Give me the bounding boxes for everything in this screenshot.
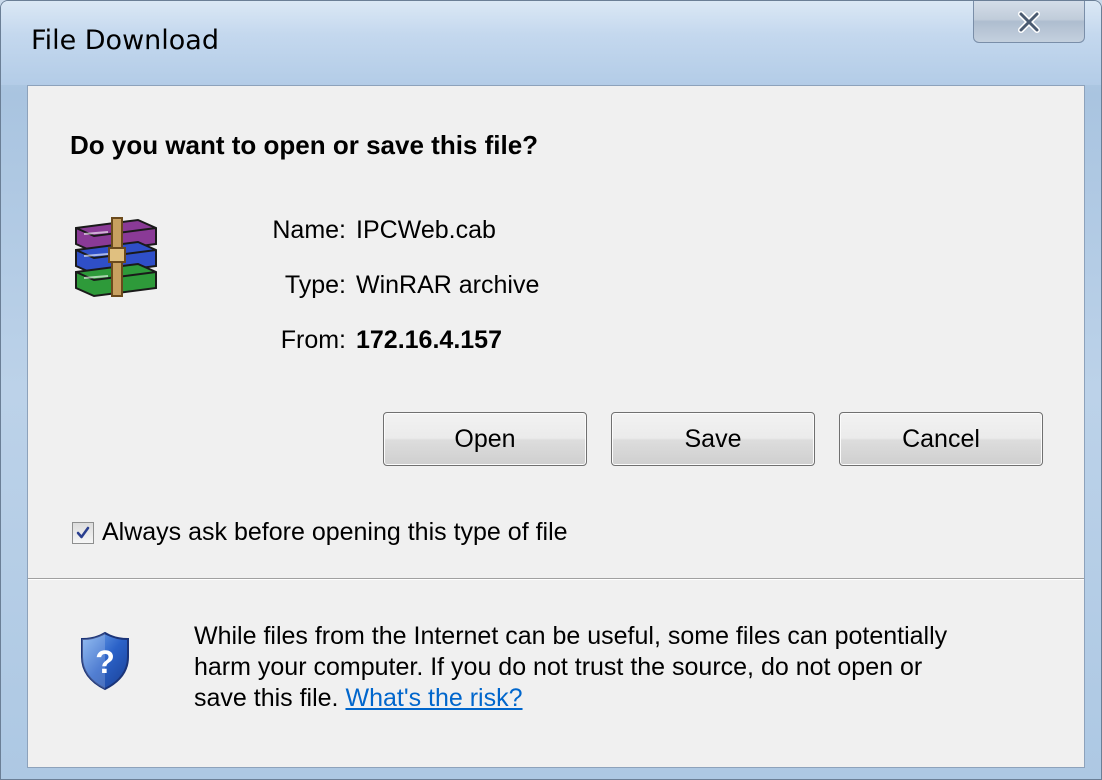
title-bar[interactable]: File Download <box>1 1 1101 85</box>
save-button[interactable]: Save <box>611 412 815 466</box>
close-button[interactable] <box>973 1 1085 43</box>
always-ask-checkbox[interactable] <box>72 521 94 544</box>
file-type-row: Type: WinRAR archive <box>28 271 1086 303</box>
from-label: From: <box>280 326 346 354</box>
file-download-window: File Download Do you want to open or sav… <box>0 0 1102 780</box>
name-label: Name: <box>272 216 346 244</box>
security-warning: While files from the Internet can be use… <box>194 621 1074 714</box>
always-ask-label[interactable]: Always ask before opening this type of f… <box>102 518 568 547</box>
warning-line-1: While files from the Internet can be use… <box>194 622 948 650</box>
whats-the-risk-link[interactable]: What's the risk? <box>345 684 522 712</box>
svg-text:?: ? <box>95 644 115 680</box>
name-value: IPCWeb.cab <box>356 216 496 244</box>
window-title: File Download <box>31 25 219 56</box>
warning-line-3: save this file. <box>194 684 339 712</box>
type-value: WinRAR archive <box>356 271 540 299</box>
shield-question-icon: ? <box>80 631 130 691</box>
section-divider <box>28 578 1084 580</box>
close-icon <box>1018 10 1040 33</box>
file-name-row: Name: IPCWeb.cab <box>28 216 1086 248</box>
checkmark-icon <box>76 526 90 538</box>
dialog-body: Do you want to open or save this file? N… <box>27 85 1085 768</box>
type-label: Type: <box>284 271 346 299</box>
cancel-button[interactable]: Cancel <box>839 412 1043 466</box>
warning-line-2: harm your computer. If you do not trust … <box>194 653 923 681</box>
file-from-row: From: 172.16.4.157 <box>28 326 1086 358</box>
from-value: 172.16.4.157 <box>356 326 502 354</box>
open-button[interactable]: Open <box>383 412 587 466</box>
always-ask-option[interactable]: Always ask before opening this type of f… <box>72 518 568 547</box>
dialog-question: Do you want to open or save this file? <box>70 130 539 160</box>
